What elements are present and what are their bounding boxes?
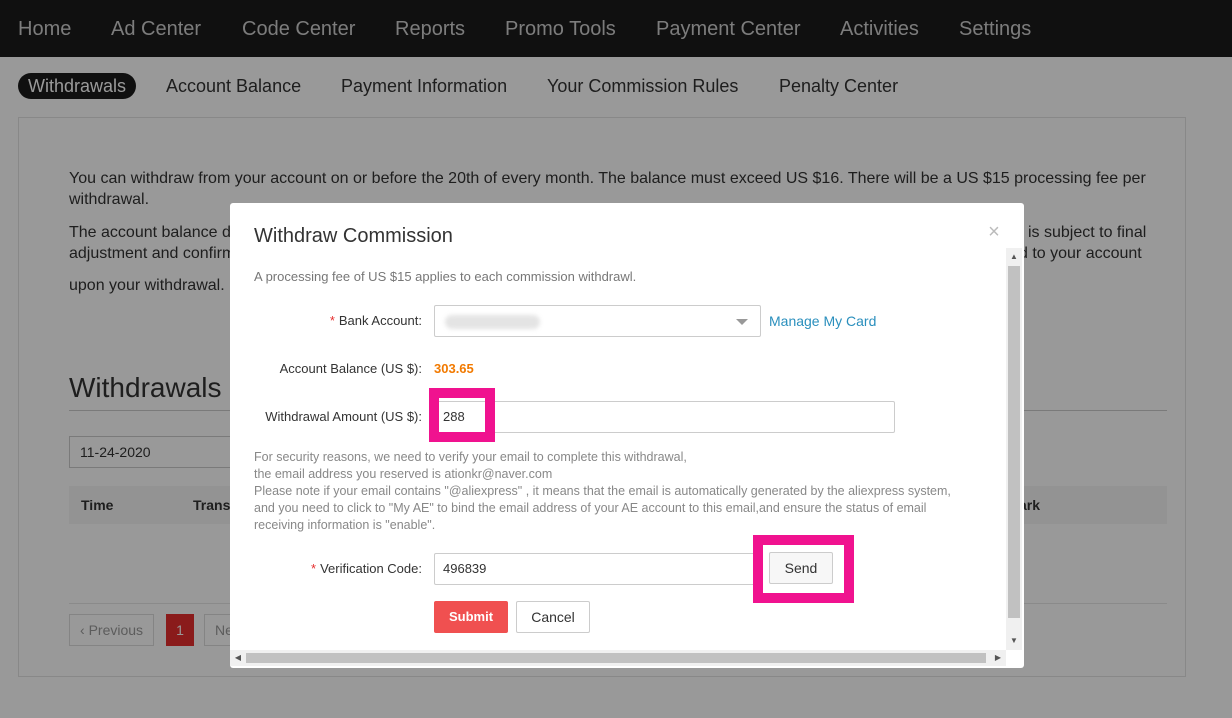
scroll-up-icon[interactable]: ▲ <box>1006 252 1022 261</box>
horizontal-scroll-thumb[interactable] <box>246 653 986 663</box>
send-code-button[interactable]: Send <box>769 552 833 584</box>
submit-button[interactable]: Submit <box>434 601 508 633</box>
withdrawal-amount-input[interactable]: 288 <box>434 401 895 433</box>
required-mark: * <box>311 561 317 576</box>
security-line: and you need to click to "My AE" to bind… <box>254 501 927 515</box>
security-line: For security reasons, we need to verify … <box>254 450 687 464</box>
scroll-down-icon[interactable]: ▼ <box>1006 636 1022 645</box>
vertical-scroll-thumb[interactable] <box>1008 266 1020 618</box>
account-balance-label: Account Balance (US $): <box>279 361 422 376</box>
security-line: Please note if your email contains "@ali… <box>254 484 951 498</box>
scroll-left-icon[interactable]: ◀ <box>230 650 246 666</box>
withdrawal-amount-label: Withdrawal Amount (US $): <box>265 409 422 424</box>
account-balance-value: 303.65 <box>434 361 474 376</box>
vertical-scrollbar[interactable]: ▲ ▼ <box>1006 248 1022 650</box>
bank-account-label: * Bank Account: <box>320 313 422 328</box>
bank-account-select[interactable] <box>434 305 761 337</box>
security-line: the email address you reserved is ationk… <box>254 467 553 481</box>
verification-code-label: * Verification Code: <box>290 561 422 576</box>
scroll-right-icon[interactable]: ▶ <box>990 650 1006 666</box>
security-line: receiving information is "enable". <box>254 518 436 532</box>
dialog-title: Withdraw Commission <box>254 225 453 247</box>
verification-code-label-text: Verification Code: <box>320 561 422 576</box>
bank-account-label-text: Bank Account: <box>338 313 422 328</box>
close-icon[interactable]: × <box>986 221 1002 244</box>
security-notice: For security reasons, we need to verify … <box>254 449 994 534</box>
verification-code-input[interactable]: 496839 <box>434 553 756 585</box>
highlight-box <box>429 388 495 442</box>
chevron-down-icon <box>736 319 748 325</box>
redacted-bank-account <box>445 315 540 329</box>
manage-my-card-link[interactable]: Manage My Card <box>769 313 876 329</box>
fee-note: A processing fee of US $15 applies to ea… <box>254 269 637 284</box>
horizontal-scrollbar[interactable]: ◀ ▶ <box>230 650 1006 666</box>
cancel-button[interactable]: Cancel <box>516 601 590 633</box>
required-mark: * <box>329 313 335 328</box>
withdraw-commission-dialog: Withdraw Commission × A processing fee o… <box>230 203 1024 668</box>
